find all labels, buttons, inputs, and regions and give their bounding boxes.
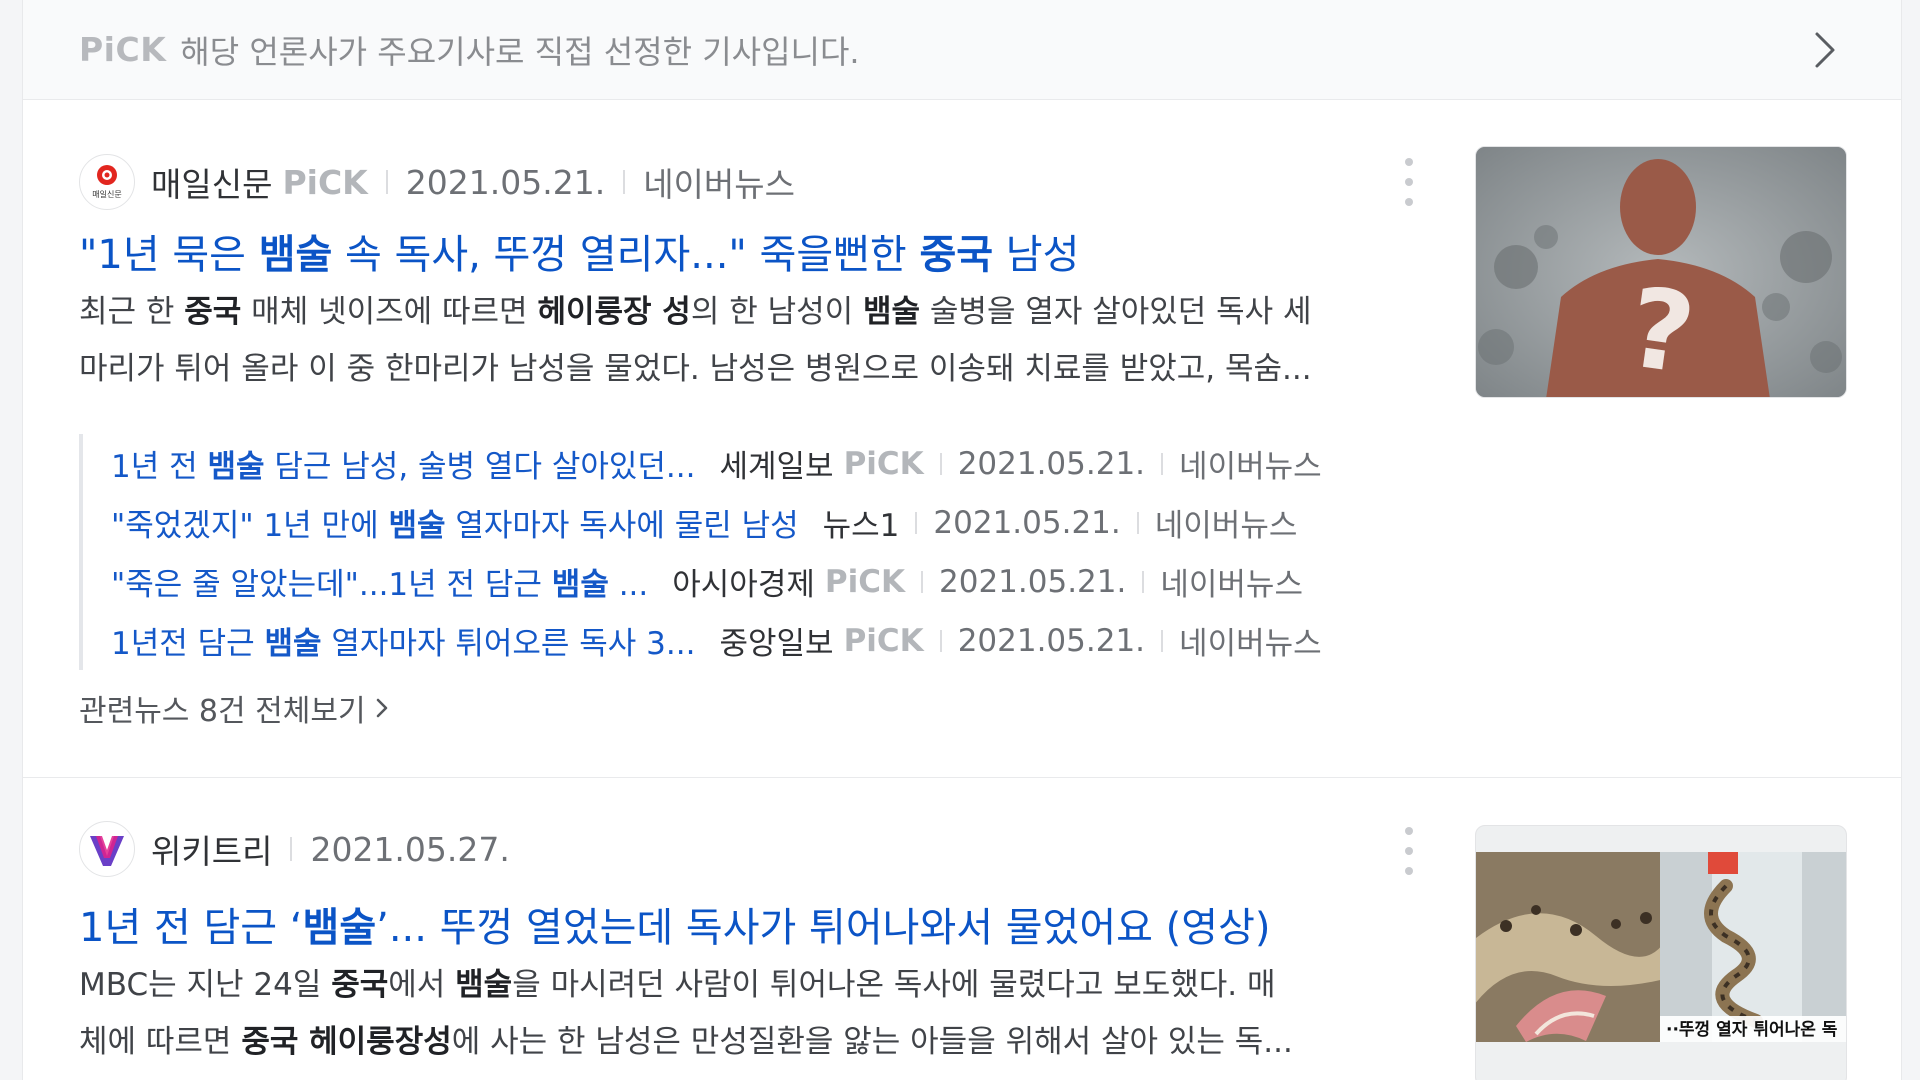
press-name[interactable]: 매일신문: [151, 158, 272, 206]
press-info: 위키트리 2021.05.27.: [79, 821, 510, 877]
related-news-item: 1년전 담근 뱀술 열자마자 튀어오른 독사 3... 중앙일보 PiCK 20…: [111, 611, 1322, 670]
article-date: 2021.05.27.: [310, 829, 510, 869]
related-press-name[interactable]: 세계일보: [719, 441, 833, 486]
related-news-list: 1년 전 뱀술 담근 남성, 술병 열다 살아있던... 세계일보 PiCK 2…: [79, 434, 1322, 670]
naver-news-link[interactable]: 네이버뉴스: [1160, 559, 1303, 604]
divider: [290, 837, 293, 861]
naver-news-link[interactable]: 네이버뉴스: [1179, 441, 1322, 486]
divider: [921, 570, 923, 593]
press-info: 매일신문 매일신문 PiCK 2021.05.21. 네이버뉴스: [79, 154, 795, 210]
divider: [1142, 570, 1145, 593]
snake-video-image: ··뚜껑 열자 튀어나온 독: [1476, 826, 1846, 1080]
pick-badge: PiCK: [843, 445, 924, 482]
pick-mark: PiCK: [79, 30, 167, 69]
article-description[interactable]: MBC는 지난 24일 중국에서 뱀술을 마시려던 사람이 튀어나온 독사에 물…: [79, 957, 1419, 1071]
pick-badge: PiCK: [824, 563, 905, 600]
wikitree-logo-icon: [90, 836, 124, 866]
divider: [939, 629, 942, 652]
divider: [623, 170, 626, 194]
article-item: 매일신문 매일신문 PiCK 2021.05.21. 네이버뉴스 "1년 묵은 …: [23, 100, 1901, 778]
related-news-item: "죽은 줄 알았는데"...1년 전 담근 뱀술 ... 아시아경제 PiCK …: [111, 552, 1322, 611]
related-news-title[interactable]: 1년전 담근 뱀술 열자마자 튀어오른 독사 3...: [111, 618, 695, 663]
article-title[interactable]: 1년 전 담근 ‘뱀술’... 뚜껑 열었는데 독사가 튀어나와서 물었어요 (…: [79, 895, 1270, 953]
divider: [939, 452, 942, 475]
article-date: 2021.05.21.: [405, 162, 606, 202]
video-caption-text: ··뚜껑 열자 튀어나온 독: [1666, 1020, 1838, 1040]
related-date: 2021.05.21.: [957, 445, 1146, 482]
related-news-item: "죽었겠지" 1년 만에 뱀술 열자마자 독사에 물린 남성 뉴스1 2021.…: [111, 493, 1322, 552]
pick-banner-text: 해당 언론사가 주요기사로 직접 선정한 기사입니다.: [180, 32, 860, 71]
more-related-news-link[interactable]: 관련뉴스 8건 전체보기: [79, 686, 392, 730]
related-press-name[interactable]: 중앙일보: [719, 618, 833, 663]
divider: [1136, 511, 1139, 534]
related-press-name[interactable]: 뉴스1: [823, 500, 900, 545]
chevron-right-icon[interactable]: [1805, 26, 1845, 74]
related-date: 2021.05.21.: [933, 504, 1121, 541]
news-card: PiCK 해당 언론사가 주요기사로 직접 선정한 기사입니다. 매일신문 매일…: [22, 0, 1902, 1080]
related-news-title[interactable]: 1년 전 뱀술 담근 남성, 술병 열다 살아있던...: [111, 441, 695, 486]
silhouette-image: ?: [1476, 147, 1846, 397]
related-date: 2021.05.21.: [957, 622, 1146, 659]
more-options-icon[interactable]: [1403, 158, 1415, 206]
article-description[interactable]: 최근 한 중국 매체 넷이즈에 따르면 헤이룽장 성의 한 남성이 뱀술 술병을…: [79, 284, 1419, 398]
divider: [1161, 629, 1164, 652]
article-item: 위키트리 2021.05.27. 1년 전 담근 ‘뱀술’... 뚜껑 열었는데…: [23, 779, 1901, 1080]
article-title[interactable]: "1년 묵은 뱀술 속 독사, 뚜껑 열리자..." 죽을뻔한 중국 남성: [79, 222, 1079, 280]
article-thumbnail[interactable]: ··뚜껑 열자 튀어나온 독: [1475, 825, 1847, 1080]
divider: [1161, 452, 1164, 475]
more-related-news-label: 관련뉴스 8건 전체보기: [79, 694, 366, 729]
maeil-logo-icon: 매일신문: [92, 165, 122, 199]
related-news-item: 1년 전 뱀술 담근 남성, 술병 열다 살아있던... 세계일보 PiCK 2…: [111, 434, 1322, 493]
pick-badge: PiCK: [282, 162, 368, 202]
press-name[interactable]: 위키트리: [151, 825, 272, 873]
more-options-icon[interactable]: [1403, 827, 1415, 875]
pick-badge: PiCK: [843, 622, 924, 659]
press-logo-text: 매일신문: [92, 190, 121, 199]
article-thumbnail[interactable]: ?: [1475, 146, 1847, 398]
press-logo[interactable]: 매일신문: [79, 154, 135, 210]
naver-news-link[interactable]: 네이버뉴스: [643, 158, 795, 206]
pick-banner[interactable]: PiCK 해당 언론사가 주요기사로 직접 선정한 기사입니다.: [23, 0, 1901, 100]
divider: [915, 511, 918, 534]
chevron-right-icon: [376, 698, 387, 718]
press-logo[interactable]: [79, 821, 135, 877]
naver-news-link[interactable]: 네이버뉴스: [1155, 500, 1298, 545]
related-news-title[interactable]: "죽은 줄 알았는데"...1년 전 담근 뱀술 ...: [111, 559, 648, 604]
related-news-title[interactable]: "죽었겠지" 1년 만에 뱀술 열자마자 독사에 물린 남성: [111, 500, 799, 545]
naver-news-link[interactable]: 네이버뉴스: [1179, 618, 1322, 663]
divider: [385, 170, 388, 194]
related-press-name[interactable]: 아시아경제: [672, 559, 815, 604]
related-date: 2021.05.21.: [939, 563, 1127, 600]
